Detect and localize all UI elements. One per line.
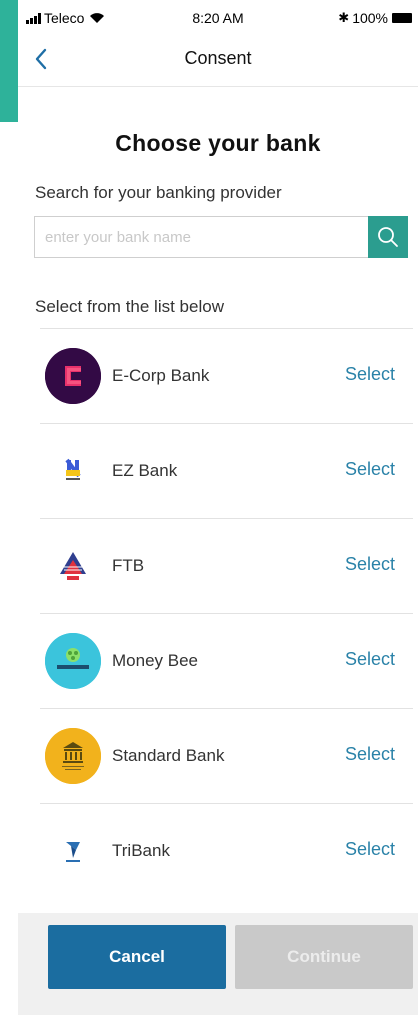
select-button[interactable]: Select bbox=[345, 554, 395, 575]
bank-name: TriBank bbox=[112, 841, 170, 860]
phone-screen: Teleco 8:20 AM ✱ 100% Consent Choose you… bbox=[18, 0, 418, 1015]
bank-name: Money Bee bbox=[112, 651, 198, 670]
search-input[interactable] bbox=[35, 217, 368, 257]
nav-bar: Consent bbox=[18, 36, 418, 87]
status-right: ✱ 100% bbox=[338, 10, 412, 26]
nav-title: Consent bbox=[184, 48, 252, 68]
select-button[interactable]: Select bbox=[345, 839, 395, 860]
ecorp-logo-icon bbox=[45, 348, 101, 404]
search-button[interactable] bbox=[368, 216, 408, 258]
moneybee-logo-icon bbox=[45, 633, 101, 689]
ezbank-logo-icon bbox=[45, 443, 101, 499]
list-item: FTB Select bbox=[40, 518, 413, 613]
tribank-logo-icon bbox=[45, 823, 101, 879]
continue-button[interactable]: Continue bbox=[235, 925, 413, 989]
search-field[interactable] bbox=[34, 216, 368, 258]
select-button[interactable]: Select bbox=[345, 744, 395, 765]
bank-name: FTB bbox=[112, 556, 145, 575]
list-item: Money Bee Select bbox=[40, 613, 413, 708]
select-button[interactable]: Select bbox=[345, 364, 395, 385]
list-item: E-Corp Bank Select bbox=[40, 328, 413, 423]
ftb-logo-icon bbox=[45, 538, 101, 594]
page-title: Choose your bank bbox=[115, 130, 321, 156]
bluetooth-icon: ✱ bbox=[338, 10, 350, 25]
bank-name: EZ Bank bbox=[112, 461, 178, 480]
status-bar: Teleco 8:20 AM ✱ 100% bbox=[18, 0, 418, 36]
background-panel bbox=[0, 0, 18, 122]
list-label: Select from the list below bbox=[35, 297, 224, 316]
bank-list: E-Corp Bank Select EZ Bank Select FTB Se… bbox=[40, 328, 413, 898]
bank-name: E-Corp Bank bbox=[112, 366, 210, 385]
search-icon bbox=[378, 227, 398, 247]
list-item: TriBank Select bbox=[40, 803, 413, 898]
select-button[interactable]: Select bbox=[345, 649, 395, 670]
cancel-button[interactable]: Cancel bbox=[48, 925, 226, 989]
bank-name: Standard Bank bbox=[112, 746, 225, 765]
footer-bar: Cancel Continue bbox=[18, 913, 418, 1015]
standardbank-logo-icon bbox=[45, 728, 101, 784]
search-label: Search for your banking provider bbox=[35, 183, 282, 202]
list-item: EZ Bank Select bbox=[40, 423, 413, 518]
list-item: Standard Bank Select bbox=[40, 708, 413, 803]
battery-icon bbox=[392, 13, 412, 23]
battery-percent: 100% bbox=[352, 10, 388, 26]
select-button[interactable]: Select bbox=[345, 459, 395, 480]
